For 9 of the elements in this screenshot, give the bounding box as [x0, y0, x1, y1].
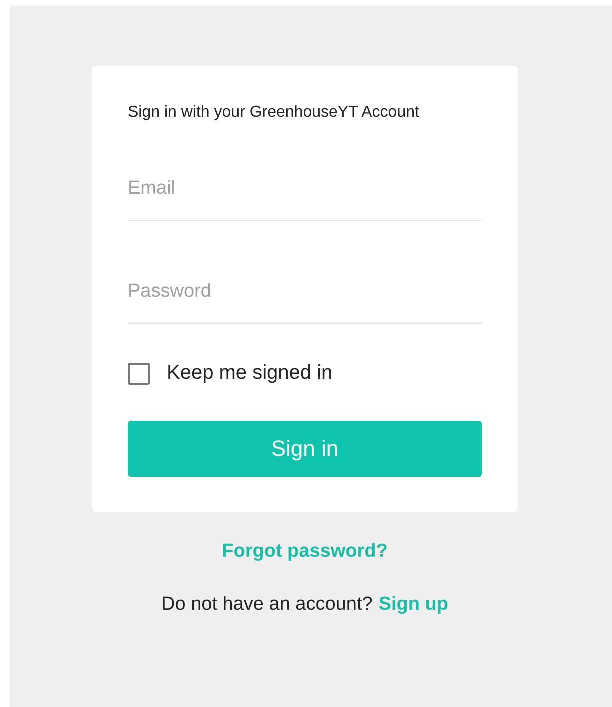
input-field[interactable]: Email [128, 178, 482, 221]
forgot-password-link[interactable]: Forgot password? [222, 541, 388, 563]
card-title: Sign in with your GreenhouseYT Account [128, 104, 420, 122]
input-field[interactable]: Password [128, 281, 482, 324]
signup-prompt: Do not have an account? [162, 594, 373, 616]
checkbox-label: Keep me signed in [167, 362, 333, 385]
sign-in-button[interactable]: Sign in [128, 421, 482, 477]
checkbox[interactable] [128, 362, 150, 384]
sign-up-link[interactable]: Sign up [378, 594, 448, 616]
